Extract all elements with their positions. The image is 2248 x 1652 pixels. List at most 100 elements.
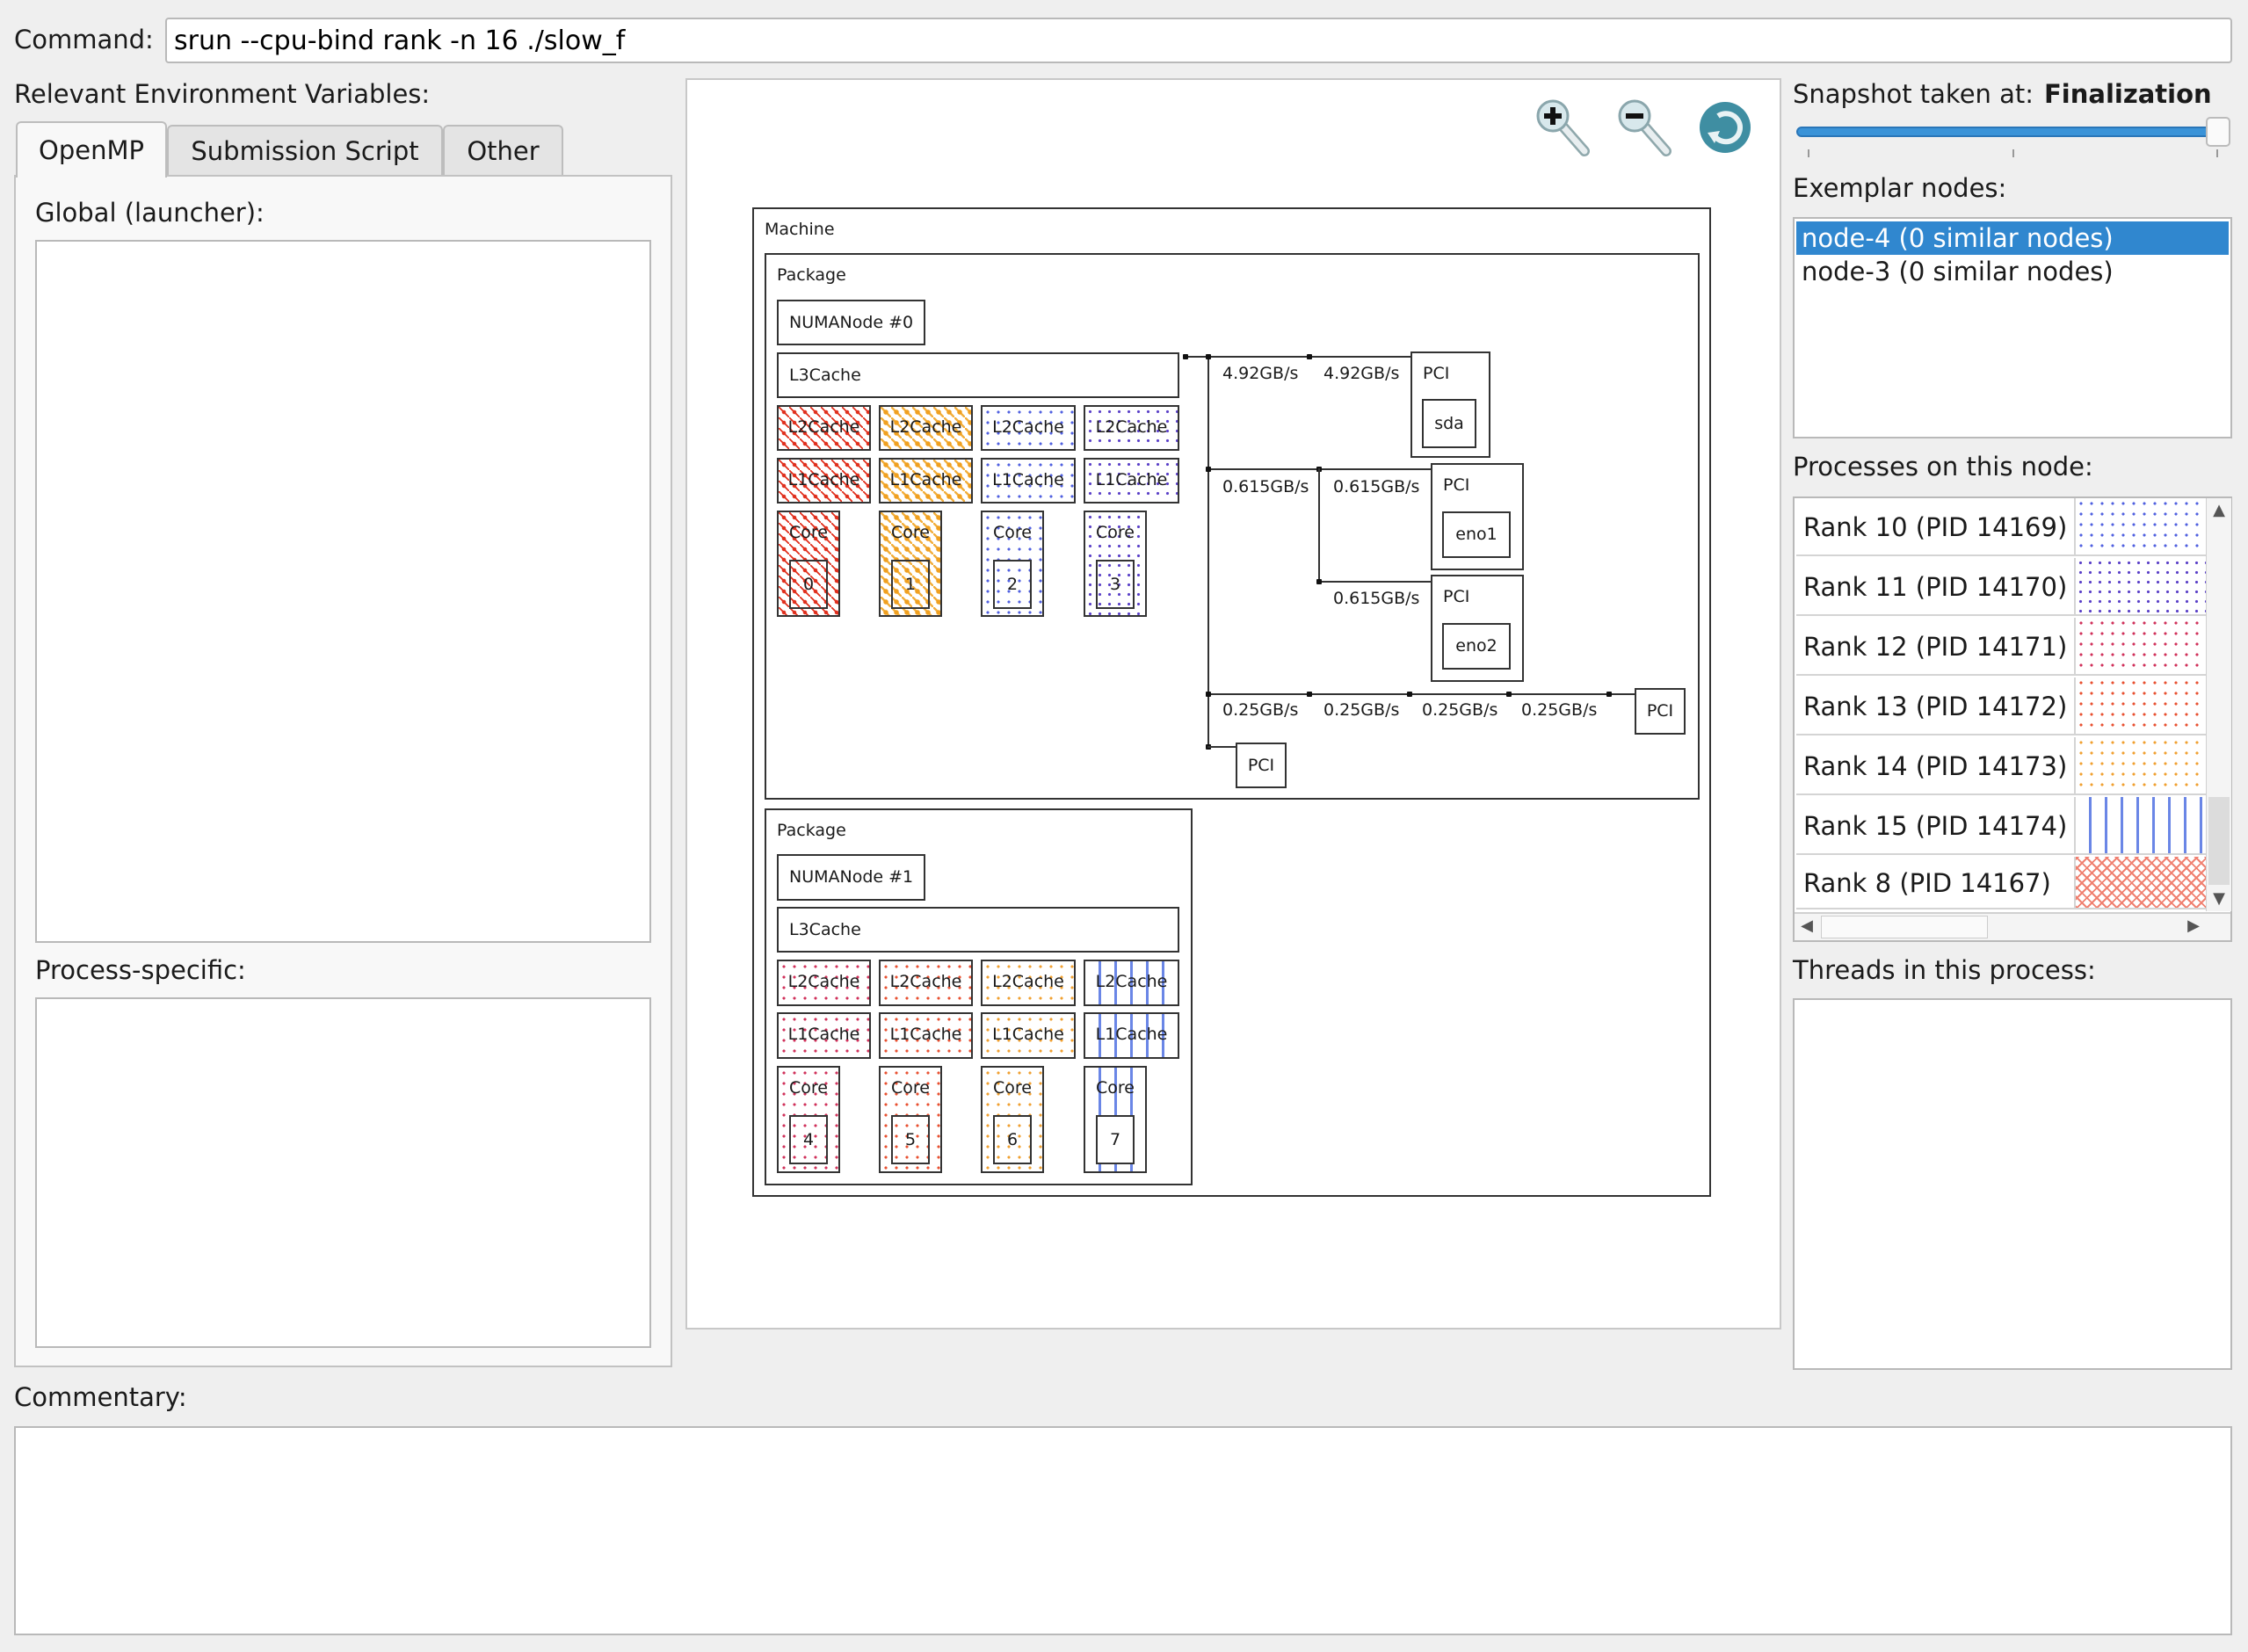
l1-cache-core-2[interactable]: L1Cache [981, 458, 1076, 504]
numa-node-1[interactable]: NUMANode #1 [777, 854, 925, 901]
process-specific-textarea[interactable] [35, 997, 651, 1348]
slider-tick [2216, 149, 2218, 157]
numa-node-0[interactable]: NUMANode #0 [777, 300, 925, 345]
pu-3[interactable]: 3 [1096, 560, 1135, 609]
tab-submission-script[interactable]: Submission Script [167, 125, 443, 176]
commentary-label: Commentary: [14, 1382, 187, 1412]
bus-line-eno-branch [1318, 468, 1320, 582]
processes-vertical-scrollbar[interactable]: ▲ ▼ [2206, 498, 2231, 911]
pu-number: 4 [802, 1130, 815, 1149]
l1-label: L1Cache [889, 470, 962, 489]
list-item-node-3[interactable]: node-3 (0 similar nodes) [1796, 255, 2229, 288]
l2-label: L2Cache [889, 972, 962, 991]
l1-cache-core-6[interactable]: L1Cache [981, 1012, 1076, 1059]
l3-cache-0[interactable]: L3Cache [777, 352, 1179, 398]
snapshot-slider-track[interactable] [1796, 127, 2225, 137]
exemplar-nodes-list[interactable]: node-4 (0 similar nodes) node-3 (0 simil… [1793, 217, 2232, 438]
global-launcher-textarea[interactable] [35, 240, 651, 943]
process-row[interactable]: Rank 10 (PID 14169) [1796, 498, 2074, 556]
process-row[interactable]: Rank 14 (PID 14173) [1796, 737, 2074, 795]
zoom-in-icon[interactable] [1534, 97, 1595, 158]
core-3[interactable]: Core 3 [1084, 511, 1147, 617]
l2-cache-core-6[interactable]: L2Cache [981, 960, 1076, 1006]
l1-cache-core-7[interactable]: L1Cache [1084, 1012, 1179, 1059]
pu-0[interactable]: 0 [789, 560, 828, 609]
bus-junction [1206, 692, 1211, 697]
l2-cache-core-2[interactable]: L2Cache [981, 405, 1076, 451]
processes-table[interactable]: Rank 10 (PID 14169) Rank 11 (PID 14170) … [1793, 496, 2232, 942]
machine-label: Machine [765, 220, 835, 239]
l2-cache-core-0[interactable]: L2Cache [777, 405, 871, 451]
snapshot-slider-handle[interactable] [2206, 117, 2230, 147]
scroll-up-arrow-icon[interactable]: ▲ [2207, 498, 2231, 523]
pu-7[interactable]: 7 [1096, 1115, 1135, 1164]
zoom-out-icon[interactable] [1615, 97, 1677, 158]
l1-cache-core-0[interactable]: L1Cache [777, 458, 871, 504]
process-row[interactable]: Rank 12 (PID 14171) [1796, 618, 2074, 676]
pci-device-eno1[interactable]: PCI eno1 [1431, 463, 1524, 570]
l1-cache-core-1[interactable]: L1Cache [879, 458, 973, 504]
exemplar-nodes-label: Exemplar nodes: [1793, 173, 2007, 203]
commentary-textarea[interactable] [14, 1426, 2232, 1635]
pu-number: 0 [802, 575, 815, 594]
reset-view-icon[interactable] [1699, 101, 1751, 154]
l3-label: L3Cache [789, 366, 861, 385]
pci-label: PCI [1423, 364, 1450, 383]
scroll-left-arrow-icon[interactable]: ◀ [1795, 914, 1819, 938]
scroll-right-arrow-icon[interactable]: ▶ [2181, 914, 2206, 938]
processes-horizontal-scrollbar[interactable]: ◀ ▶ [1795, 912, 2230, 940]
bandwidth-label: 0.615GB/s [1222, 477, 1309, 496]
process-row[interactable]: Rank 13 (PID 14172) [1796, 677, 2074, 735]
sda-device[interactable]: sda [1422, 399, 1476, 448]
core-6[interactable]: Core 6 [981, 1066, 1044, 1173]
l1-cache-core-3[interactable]: L1Cache [1084, 458, 1179, 504]
command-input[interactable] [165, 18, 2232, 63]
core-2[interactable]: Core 2 [981, 511, 1044, 617]
pci-device-right[interactable]: PCI [1635, 688, 1686, 735]
l1-label: L1Cache [787, 1025, 860, 1044]
package-label: Package [777, 821, 846, 840]
pu-6[interactable]: 6 [993, 1115, 1032, 1164]
l2-cache-core-3[interactable]: L2Cache [1084, 405, 1179, 451]
pu-2[interactable]: 2 [993, 560, 1032, 609]
l1-label: L1Cache [1095, 470, 1168, 489]
bus-junction [1316, 579, 1322, 584]
pci-device-eno2[interactable]: PCI eno2 [1431, 575, 1524, 682]
tab-other[interactable]: Other [443, 125, 563, 176]
tab-openmp[interactable]: OpenMP [16, 121, 167, 178]
l1-cache-core-5[interactable]: L1Cache [879, 1012, 973, 1059]
pci-device-sda[interactable]: PCI sda [1410, 351, 1490, 458]
l1-cache-core-4[interactable]: L1Cache [777, 1012, 871, 1059]
process-pattern-swatch [2074, 677, 2208, 735]
l2-cache-core-7[interactable]: L2Cache [1084, 960, 1179, 1006]
core-7[interactable]: Core 7 [1084, 1066, 1147, 1173]
core-label: Core [1096, 1078, 1135, 1098]
l2-cache-core-5[interactable]: L2Cache [879, 960, 973, 1006]
pu-4[interactable]: 4 [789, 1115, 828, 1164]
l2-cache-core-1[interactable]: L2Cache [879, 405, 973, 451]
process-row[interactable]: Rank 11 (PID 14170) [1796, 558, 2074, 616]
bandwidth-label: 0.615GB/s [1333, 477, 1420, 496]
vertical-scroll-thumb[interactable] [2208, 797, 2230, 885]
threads-list[interactable] [1793, 998, 2232, 1370]
pci-device-bottom[interactable]: PCI [1236, 743, 1287, 788]
l3-cache-1[interactable]: L3Cache [777, 907, 1179, 953]
pu-5[interactable]: 5 [891, 1115, 930, 1164]
slider-tick [2012, 149, 2014, 157]
list-item-node-4[interactable]: node-4 (0 similar nodes) [1796, 221, 2229, 255]
l2-cache-core-4[interactable]: L2Cache [777, 960, 871, 1006]
slider-tick [1808, 149, 1809, 157]
pci-label: PCI [1646, 701, 1674, 721]
eno2-device[interactable]: eno2 [1442, 623, 1511, 670]
l1-label: L1Cache [889, 1025, 962, 1044]
core-0[interactable]: Core 0 [777, 511, 840, 617]
core-1[interactable]: Core 1 [879, 511, 942, 617]
eno1-device[interactable]: eno1 [1442, 511, 1511, 558]
horizontal-scroll-thumb[interactable] [1821, 916, 1988, 938]
core-4[interactable]: Core 4 [777, 1066, 840, 1173]
core-5[interactable]: Core 5 [879, 1066, 942, 1173]
scroll-down-arrow-icon[interactable]: ▼ [2207, 887, 2231, 911]
process-row[interactable]: Rank 15 (PID 14174) [1796, 797, 2074, 855]
pu-1[interactable]: 1 [891, 560, 930, 609]
process-row[interactable]: Rank 8 (PID 14167) [1796, 857, 2074, 909]
